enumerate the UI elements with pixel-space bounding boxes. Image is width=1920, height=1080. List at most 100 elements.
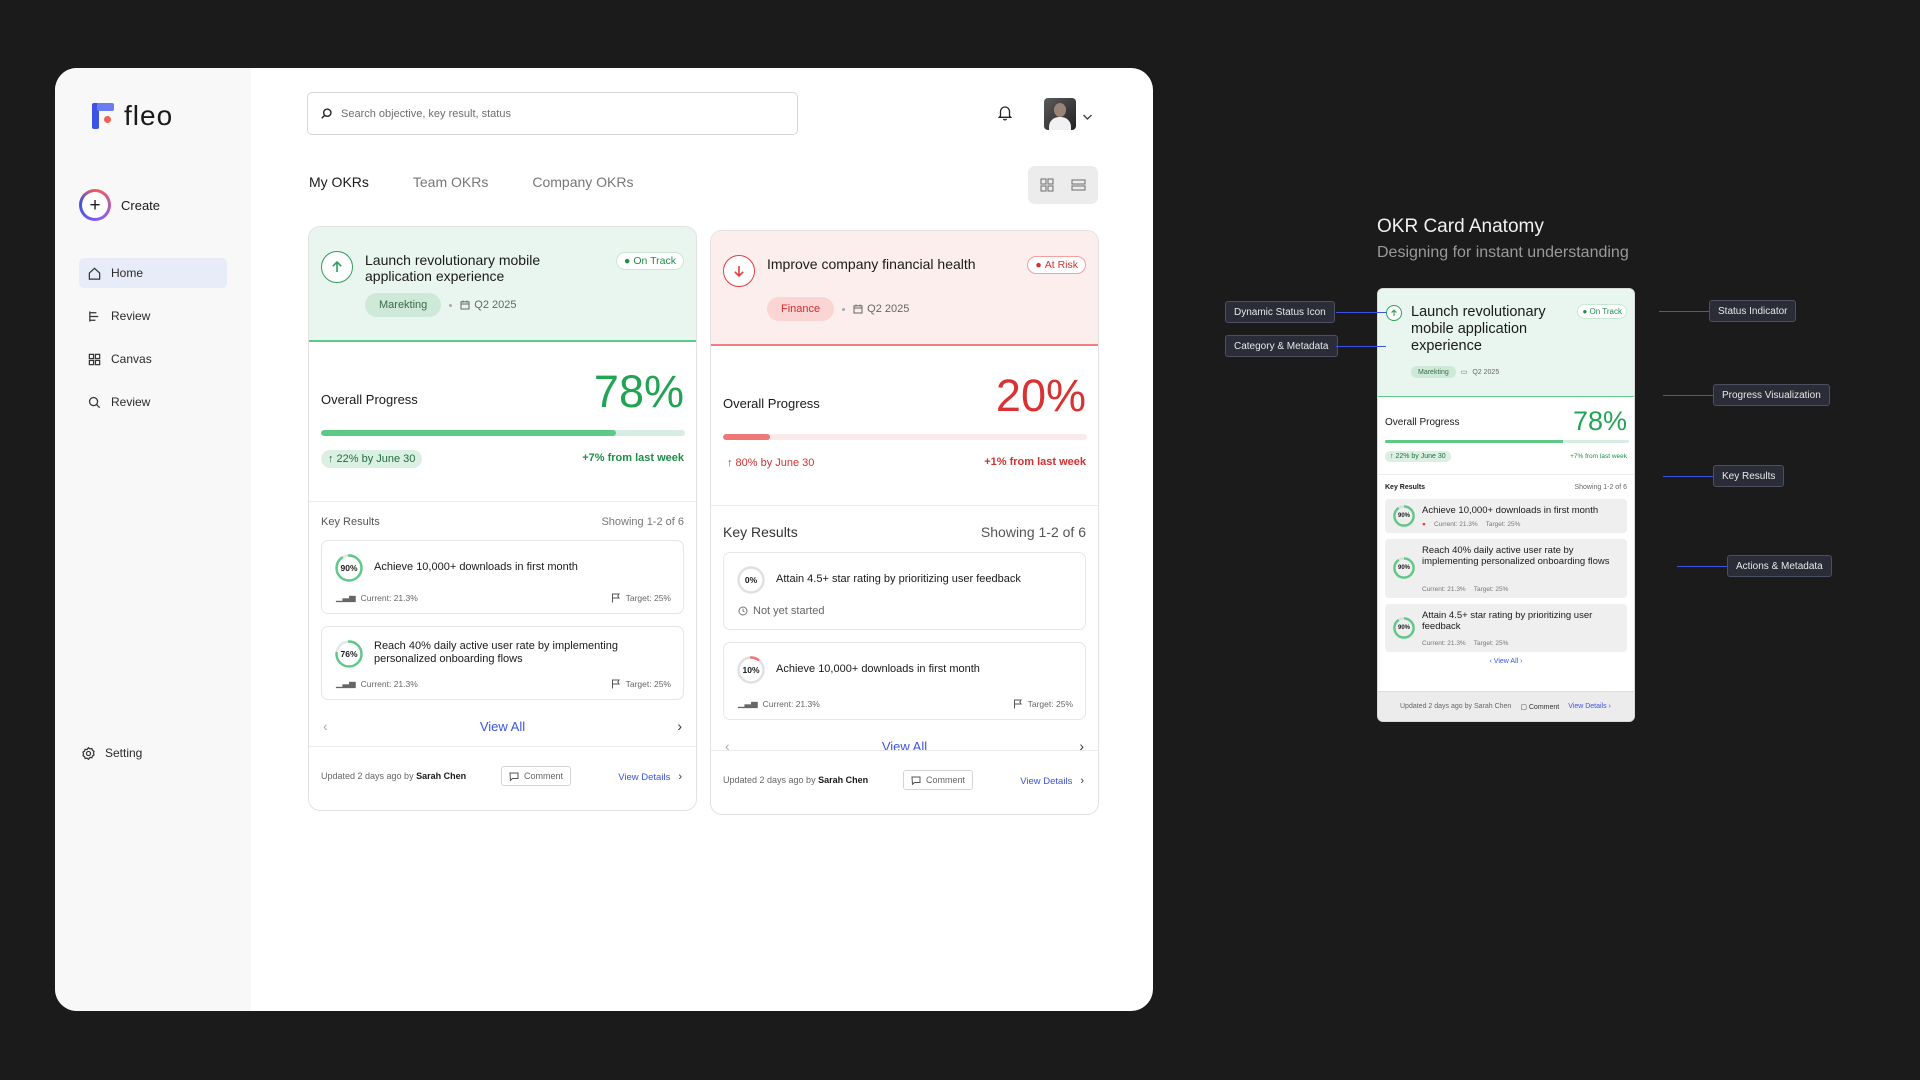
sidebar-item-canvas[interactable]: Canvas — [79, 344, 227, 374]
category-tag: Marekting — [365, 293, 442, 317]
key-results-title: Key Results — [1385, 484, 1426, 491]
progress-ring: 76% — [334, 639, 364, 669]
key-result-target: Target: 25% — [611, 593, 671, 603]
progress-percent: 20% — [995, 370, 1086, 421]
key-result-text: Achieve 10,000+ downloads in first month — [776, 663, 980, 675]
app-window: fleo + Create Home Review Canvas Review — [55, 68, 1153, 1011]
key-results-count: Showing 1-2 of 6 — [601, 516, 684, 528]
key-results-count: Showing 1-2 of 6 — [1574, 484, 1627, 491]
canvas-icon — [88, 353, 101, 365]
key-results-title: Key Results — [723, 524, 798, 540]
grid-view-button[interactable] — [1035, 173, 1059, 197]
search-input[interactable] — [341, 107, 781, 120]
view-all-link[interactable]: View All — [480, 719, 525, 734]
arrow-up-icon: ↑ — [727, 457, 733, 469]
brand-name: fleo — [124, 100, 174, 131]
calendar-icon — [460, 300, 470, 310]
status-badge: ● At Risk — [1027, 256, 1086, 274]
sidebar-item-setting[interactable]: Setting — [79, 738, 142, 768]
calendar-icon — [853, 304, 863, 314]
view-toggle — [1028, 166, 1098, 204]
goal-note: ↑ 80% by June 30 — [727, 457, 815, 469]
flag-icon — [611, 593, 620, 603]
progress-ring: 10% — [736, 655, 766, 685]
okr-card[interactable]: Improve company financial health ● At Ris… — [710, 230, 1099, 815]
callout-actions: Actions & Metadata — [1727, 555, 1832, 577]
key-result-text: Attain 4.5+ star rating by prioritizing … — [776, 573, 1021, 585]
sidebar-item-label: Review — [111, 395, 151, 409]
callout-key-results: Key Results — [1713, 465, 1785, 487]
key-result-meta: Current: 21.3% Target: 25% — [1422, 586, 1509, 593]
progress-section: Overall Progress 78% ↑ 22% by June 30 +7%… — [309, 342, 696, 502]
callout-category: Category & Metadata — [1225, 335, 1338, 357]
arrow-down-icon — [723, 255, 755, 287]
card-header: Improve company financial health ● At Ris… — [711, 231, 1098, 346]
card-footer: Updated 2 days ago by Sarah Chen Comment… — [711, 750, 1098, 814]
status-badge: ● On Track — [1577, 304, 1627, 319]
progress-section: Overall Progress 20% ↑ 80% by June 30 +1%… — [711, 346, 1098, 506]
key-result-target: Target: 25% — [611, 679, 671, 689]
create-label: Create — [121, 197, 161, 213]
chevron-right-icon: › — [1080, 775, 1084, 787]
card-title: Improve company financial health — [767, 256, 976, 272]
key-result-item[interactable]: 90% Achieve 10,000+ downloads in first m… — [321, 540, 684, 614]
tab-my-okrs[interactable]: My OKRs — [309, 174, 369, 190]
progress-bar — [1385, 440, 1629, 443]
goal-note: ↑ 22% by June 30 — [1385, 451, 1451, 462]
progress-percent: 78% — [1572, 406, 1627, 436]
bell-icon — [997, 106, 1013, 121]
progress-delta: +7% from last week — [582, 452, 684, 464]
sidebar-item-label: Review — [111, 309, 151, 323]
sidebar-item-home[interactable]: Home — [79, 258, 227, 288]
brand-logo[interactable]: fleo — [92, 100, 173, 132]
progress-label: Overall Progress — [723, 396, 820, 411]
notifications-button[interactable] — [997, 104, 1013, 126]
progress-bar — [321, 430, 685, 436]
plus-icon: + — [79, 189, 111, 221]
key-result-text: Achieve 10,000+ downloads in first month — [1422, 505, 1599, 516]
progress-ring: 0% — [736, 565, 766, 595]
key-result-text: Reach 40% daily active user rate by impl… — [1422, 545, 1610, 567]
search-icon — [88, 396, 101, 408]
view-details-link[interactable]: View Details › — [618, 771, 682, 783]
key-result-status: Not yet started — [738, 605, 825, 617]
tab-team-okrs[interactable]: Team OKRs — [413, 174, 488, 190]
anatomy-card-header: Launch revolutionary mobile application … — [1378, 289, 1634, 397]
chart-icon: ▁▃▅ — [738, 698, 758, 708]
comment-button[interactable]: Comment — [903, 770, 973, 790]
list-icon — [1071, 179, 1086, 191]
key-result-item[interactable]: 0% Attain 4.5+ star rating by prioritizi… — [723, 552, 1086, 630]
sidebar: fleo + Create Home Review Canvas Review — [55, 68, 251, 1011]
card-title: Launch revolutionary mobile application … — [365, 252, 541, 284]
view-details-link[interactable]: View Details › — [1020, 775, 1084, 787]
tab-company-okrs[interactable]: Company OKRs — [532, 174, 633, 190]
okr-card[interactable]: Launch revolutionary mobile application … — [308, 226, 697, 811]
key-results-count: Showing 1-2 of 6 — [980, 524, 1086, 540]
chevron-left-icon[interactable]: ‹ — [323, 718, 328, 734]
grid-icon — [1040, 178, 1054, 192]
progress-ring: 90% — [1392, 616, 1416, 640]
list-view-button[interactable] — [1067, 173, 1091, 197]
comment-icon — [509, 772, 519, 781]
key-result-text: Achieve 10,000+ downloads in first month — [374, 561, 578, 573]
create-button[interactable]: + Create — [79, 189, 160, 221]
sidebar-item-review[interactable]: Review — [79, 301, 227, 331]
card-footer: Updated 2 days ago by Sarah Chen Comment… — [309, 746, 696, 810]
comment-button[interactable]: Comment — [501, 766, 571, 786]
fleo-logo-icon — [92, 103, 114, 129]
progress-delta: +1% from last week — [984, 456, 1086, 468]
chart-icon: ▁▃▅ — [336, 592, 356, 602]
search-bar[interactable] — [307, 92, 798, 135]
quarter: Q2 2025 — [853, 303, 909, 315]
chevron-right-icon[interactable]: › — [677, 718, 682, 734]
anatomy-subtitle: Designing for instant understanding — [1377, 244, 1629, 261]
view-details-link: View Details › — [1568, 703, 1611, 710]
progress-percent: 78% — [593, 366, 684, 417]
sidebar-item-search-review[interactable]: Review — [79, 387, 227, 417]
comment-button: ▢ Comment — [1520, 703, 1560, 711]
key-result-item[interactable]: 10% Achieve 10,000+ downloads in first m… — [723, 642, 1086, 720]
anatomy-card-footer: Updated 2 days ago by Sarah Chen ▢ Comme… — [1378, 691, 1634, 721]
chevron-down-icon[interactable] — [1082, 108, 1093, 126]
avatar[interactable] — [1044, 98, 1076, 130]
key-result-item[interactable]: 76% Reach 40% daily active user rate by … — [321, 626, 684, 700]
